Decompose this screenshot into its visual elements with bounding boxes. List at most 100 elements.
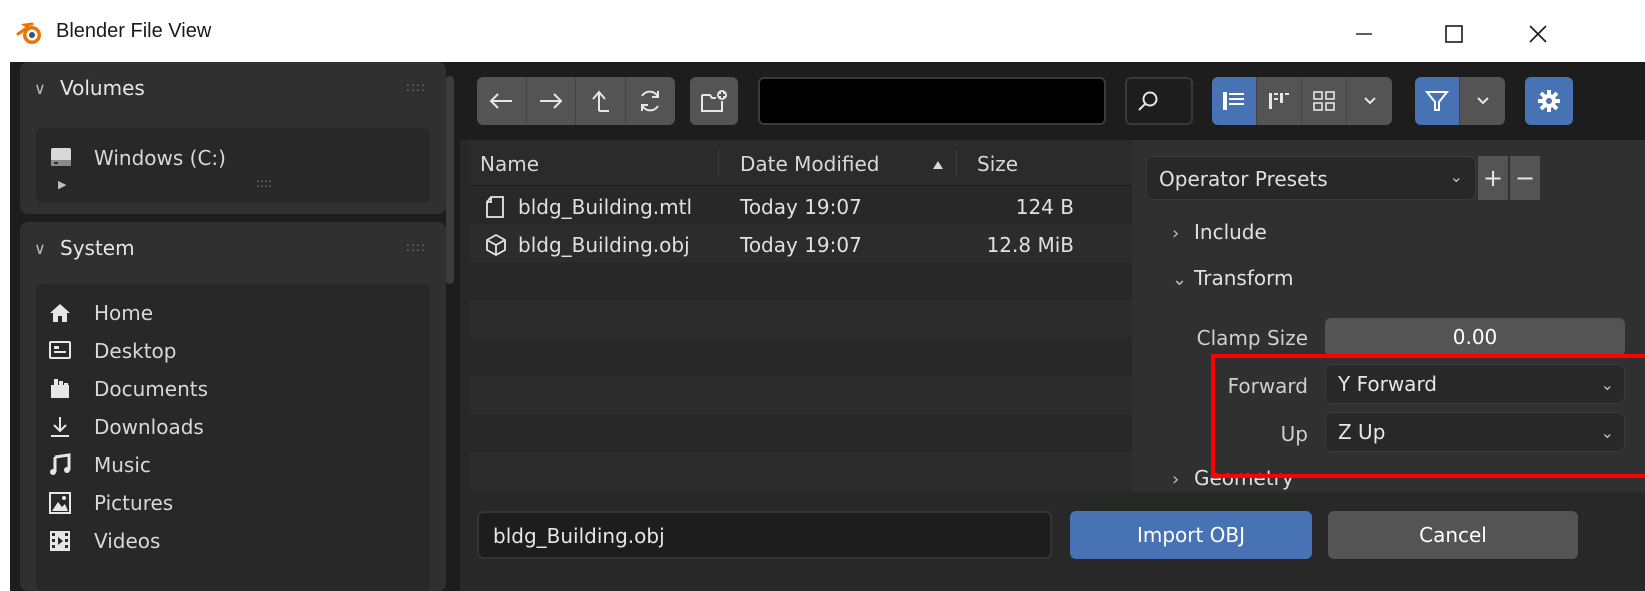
operator-presets-dropdown[interactable]: Operator Presets ⌄ [1146, 156, 1476, 200]
volumes-panel-header[interactable]: ∨ Volumes :::: [20, 62, 446, 114]
minus-icon: − [1514, 164, 1536, 192]
drag-grip-icon[interactable]: :::: [406, 240, 426, 254]
volume-item[interactable]: Windows (C:) ▶ :::: [36, 128, 430, 198]
chevron-down-icon: ∨ [34, 78, 46, 98]
section-transform-label: Transform [1194, 266, 1294, 290]
parent-dir-icon [592, 90, 610, 112]
chevron-down-icon: ⌄ [1449, 167, 1463, 186]
volumes-panel-title: Volumes [60, 76, 145, 100]
section-include[interactable]: › Include [1172, 220, 1267, 244]
file-list: Name Date Modified Size bldg_Building.mt… [470, 140, 1132, 515]
forward-axis-dropdown[interactable]: Y Forward ⌄ [1325, 364, 1625, 404]
column-separator[interactable] [956, 150, 957, 176]
clamp-size-field[interactable]: 0.00 [1325, 318, 1625, 356]
add-preset-button[interactable]: + [1478, 156, 1508, 200]
sidebar-item-downloads[interactable]: Downloads [36, 408, 430, 446]
sidebar-scrollbar[interactable] [446, 76, 454, 284]
minimize-icon [1356, 33, 1372, 35]
section-transform[interactable]: ⌄ Transform [1172, 266, 1293, 290]
back-button[interactable] [477, 77, 527, 125]
filter-settings-dropdown[interactable] [1460, 77, 1505, 125]
home-icon [50, 304, 70, 322]
row-stripe [470, 300, 1132, 338]
file-toolbar [460, 62, 1645, 140]
cancel-label: Cancel [1419, 523, 1487, 547]
chevron-down-icon [1363, 97, 1376, 105]
horizontal-list-button[interactable] [1257, 77, 1302, 125]
file-row[interactable]: bldg_Building.mtl Today 19:07 124 B [470, 188, 1132, 226]
sidebar: ∨ Volumes :::: Windows (C:) ▶ :::: ∨ Sys… [10, 62, 457, 591]
minimize-button[interactable] [1340, 14, 1388, 54]
sidebar-item-music[interactable]: Music [36, 446, 430, 484]
plus-icon: + [1482, 164, 1504, 192]
section-include-label: Include [1194, 220, 1267, 244]
file-name: bldg_Building.mtl [518, 195, 693, 219]
documents-icon [51, 379, 69, 398]
close-icon [1529, 25, 1547, 43]
sidebar-item-label: Videos [94, 529, 161, 553]
column-header-date[interactable]: Date Modified [740, 152, 880, 176]
sidebar-item-pictures[interactable]: Pictures [36, 484, 430, 522]
display-mode-buttons [1212, 77, 1392, 125]
new-folder-icon [701, 90, 727, 112]
blender-logo-icon [16, 22, 41, 44]
vertical-list-icon [1223, 92, 1244, 110]
horizontal-list-icon [1269, 93, 1289, 109]
column-header-name[interactable]: Name [480, 152, 539, 176]
sidebar-item-documents[interactable]: Documents [36, 370, 430, 408]
filter-buttons [1415, 77, 1505, 125]
expand-triangle-icon[interactable]: ▶ [58, 178, 66, 191]
file-date: Today 19:07 [740, 195, 862, 219]
up-axis-value: Z Up [1338, 420, 1386, 444]
search-icon [1138, 91, 1158, 111]
remove-preset-button[interactable]: − [1510, 156, 1540, 200]
filter-toggle-button[interactable] [1415, 77, 1460, 125]
column-separator[interactable] [718, 150, 719, 176]
window-title: Blender File View [56, 20, 212, 42]
filter-icon [1425, 91, 1449, 111]
parent-directory-button[interactable] [576, 77, 626, 125]
refresh-icon [641, 90, 660, 112]
sidebar-item-label: Downloads [94, 415, 204, 439]
operator-presets-label: Operator Presets [1159, 167, 1328, 191]
sidebar-item-label: Documents [94, 377, 209, 401]
vertical-list-button[interactable] [1212, 77, 1257, 125]
chevron-down-icon [1476, 97, 1489, 105]
drag-grip-icon[interactable]: :::: [406, 80, 426, 94]
thumbnails-button[interactable] [1302, 77, 1347, 125]
volumes-panel: ∨ Volumes :::: Windows (C:) ▶ :::: [20, 62, 446, 214]
forward-button[interactable] [527, 77, 576, 125]
file-icon [486, 196, 504, 218]
system-panel: ∨ System :::: Home Desktop Documents Dow… [20, 222, 446, 591]
directory-path-field[interactable] [758, 77, 1106, 125]
file-row[interactable]: bldg_Building.obj Today 19:07 12.8 MiB [470, 226, 1132, 264]
row-stripe [470, 376, 1132, 414]
filename-input[interactable]: bldg_Building.obj [477, 511, 1052, 559]
system-panel-header[interactable]: ∨ System :::: [20, 222, 446, 274]
forward-axis-value: Y Forward [1338, 372, 1438, 396]
new-directory-button[interactable] [690, 77, 738, 125]
chevron-down-icon: ⌄ [1600, 423, 1614, 442]
drag-grip-icon[interactable]: :::: [256, 176, 272, 190]
sidebar-item-desktop[interactable]: Desktop [36, 332, 430, 370]
file-date: Today 19:07 [740, 233, 862, 257]
display-settings-dropdown[interactable] [1347, 77, 1392, 125]
sidebar-item-home[interactable]: Home [36, 294, 430, 332]
sidebar-item-label: Home [94, 301, 154, 325]
maximize-button[interactable] [1430, 14, 1478, 54]
close-button[interactable] [1514, 14, 1562, 54]
cancel-button[interactable]: Cancel [1328, 511, 1578, 559]
sidebar-item-label: Desktop [94, 339, 177, 363]
column-header-size[interactable]: Size [977, 152, 1018, 176]
drive-icon [51, 148, 71, 166]
refresh-button[interactable] [626, 77, 676, 125]
chevron-down-icon: ⌄ [1600, 375, 1614, 394]
pictures-icon [49, 492, 71, 514]
settings-button[interactable] [1525, 77, 1573, 125]
sidebar-item-videos[interactable]: Videos [36, 522, 430, 560]
chevron-right-icon: › [1172, 223, 1180, 244]
search-button[interactable] [1125, 77, 1193, 125]
up-axis-dropdown[interactable]: Z Up ⌄ [1325, 412, 1625, 452]
section-geometry[interactable]: › Geometry [1172, 466, 1294, 490]
import-obj-button[interactable]: Import OBJ [1070, 511, 1312, 559]
